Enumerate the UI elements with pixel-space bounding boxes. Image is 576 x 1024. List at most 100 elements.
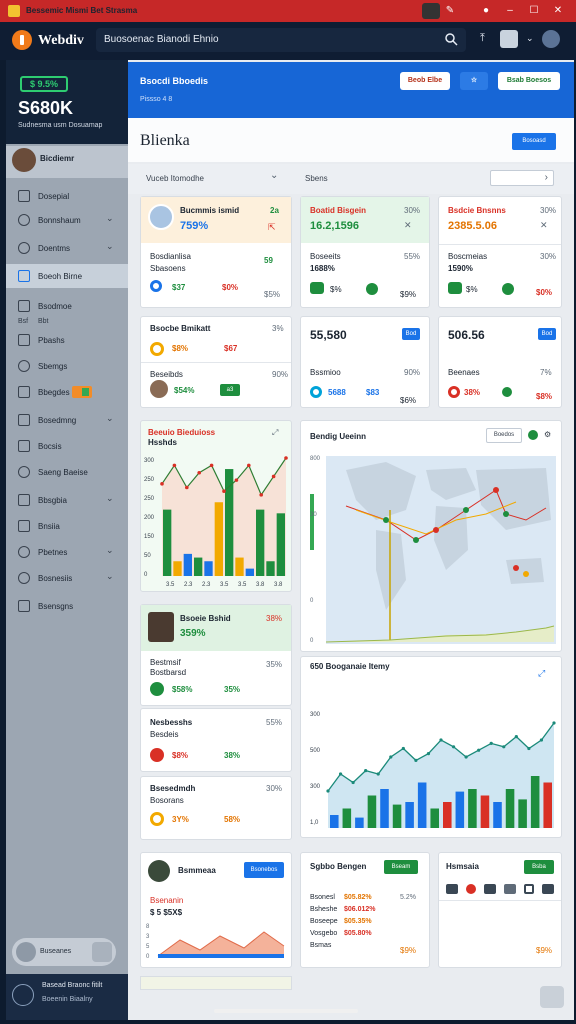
sidebar-item[interactable]: Sbemgs	[6, 354, 128, 378]
account-avatar-icon[interactable]	[422, 3, 440, 19]
close-icon[interactable]: ✕	[540, 220, 548, 231]
area-point	[527, 746, 531, 751]
sidebar-item-label: Dosepial	[38, 192, 70, 201]
kpi-card-1-chip: 59	[264, 256, 273, 265]
sidebar-item[interactable]: Bocsis	[6, 434, 128, 458]
summary-row-value: $05.35%	[344, 918, 372, 925]
collapse-icon[interactable]	[92, 942, 112, 962]
area-point	[539, 738, 544, 742]
line-point	[271, 474, 276, 479]
banner-primary-button[interactable]: Beob Elbe	[400, 72, 450, 90]
chevron-down-icon[interactable]: ⌄	[106, 241, 114, 252]
chat-icon[interactable]	[540, 986, 564, 1008]
user-avatar[interactable]	[500, 30, 518, 48]
record-icon[interactable]	[466, 884, 476, 894]
kpi-card-2-line2: 1688%	[310, 264, 335, 273]
kpi-card-5-chip[interactable]: Bod	[402, 328, 420, 340]
list-card-1-v1: $8%	[172, 751, 189, 760]
tool-icon[interactable]	[446, 884, 458, 894]
y-tick-label: 0	[144, 572, 148, 578]
divider	[439, 244, 561, 245]
external-link-icon[interactable]: ⇱	[268, 222, 276, 233]
bottom-card-2-button[interactable]: Bseam	[384, 860, 418, 874]
kpi-card-4-head: Bsocbe Bmikatt	[150, 324, 211, 333]
pin-icon[interactable]: ⤒	[480, 32, 485, 45]
maximize-button[interactable]: ☐	[526, 3, 542, 19]
sidebar-item[interactable]: Doentms ⌄	[6, 236, 128, 260]
sidebar-item[interactable]: Bsensgns	[6, 594, 128, 618]
app-logo-icon[interactable]	[12, 30, 32, 50]
sidebar-item[interactable]: Pbashs	[6, 328, 128, 352]
bottom-card-1-button[interactable]: Bsonebos	[244, 862, 284, 878]
filter-dropdown[interactable]: Vuceb Itomodhe	[146, 174, 204, 183]
map-y-tick: 0	[310, 638, 314, 644]
circle-icon	[18, 466, 30, 478]
image-icon[interactable]	[542, 884, 554, 894]
kpi-card-6-chip[interactable]: Bod	[538, 328, 556, 340]
chevron-down-icon[interactable]: ⌄	[106, 413, 114, 424]
notification-badge	[72, 386, 92, 398]
sidebar-item[interactable]: Bosedmng ⌄	[6, 408, 128, 432]
grid-icon[interactable]	[524, 884, 534, 894]
area-point	[464, 755, 468, 759]
settings-icon[interactable]	[12, 984, 34, 1006]
profile-icon[interactable]: ●	[478, 3, 494, 19]
sidebar-item[interactable]: Bsodmoe	[6, 294, 128, 318]
sidebar-item[interactable]: Bbegdes	[6, 380, 128, 404]
bar	[505, 789, 515, 828]
filter-select[interactable]	[490, 170, 554, 186]
sidebar-item-label: Bsodmoe	[38, 302, 72, 311]
bar	[245, 568, 254, 576]
chevron-down-icon[interactable]: ⌄	[526, 33, 534, 44]
sidebar-item[interactable]: Boeoh Birne	[6, 264, 128, 288]
account-icon[interactable]	[542, 30, 560, 48]
kpi-card-6-head: 506.56	[448, 328, 485, 342]
chevron-down-icon[interactable]: ⌄	[106, 213, 114, 224]
map-card-button[interactable]: Boedos	[486, 428, 522, 443]
extensions-icon[interactable]: ✎	[442, 3, 458, 19]
sidebar-item[interactable]: Bosnesiis ⌄	[6, 566, 128, 590]
map-settings-icon[interactable]: ⚙	[544, 430, 551, 439]
chevron-down-icon[interactable]: ⌄	[270, 170, 278, 181]
camera-icon[interactable]	[504, 884, 516, 894]
expand-icon[interactable]: ⤢	[272, 428, 278, 438]
sidebar-item[interactable]: Bnsiia	[6, 514, 128, 538]
page-action-button[interactable]: Bosoasd	[512, 133, 556, 150]
bottom-card-3-button[interactable]: Bsba	[524, 860, 554, 874]
kpi-card-4-chip[interactable]: a3	[220, 384, 240, 396]
kpi-card-5-line1-right: 90%	[404, 368, 421, 377]
kpi-card-1-value: 759%	[180, 220, 209, 232]
sidebar-item[interactable]: Dosepial	[6, 184, 128, 208]
kpi-card-2-head-right: 30%	[404, 206, 421, 215]
list-card-2-title-right: 30%	[266, 784, 283, 793]
expand-icon[interactable]: ⤢	[538, 668, 545, 679]
sidebar-item[interactable]: Saeng Baeise	[6, 460, 128, 484]
minimize-button[interactable]: –	[502, 3, 518, 19]
sidebar-item[interactable]: Bbsgbia ⌄	[6, 488, 128, 512]
divider	[439, 900, 561, 901]
list-card-1-title-right: 55%	[266, 718, 283, 727]
close-button[interactable]: ✕	[550, 3, 566, 19]
banner-secondary-button[interactable]: Bsab Boesos	[498, 72, 560, 90]
kpi-card-1-line1: Bosdianlisa	[150, 252, 191, 261]
summary-row-right: 5.2%	[400, 894, 416, 901]
close-icon[interactable]: ✕	[404, 220, 412, 231]
chevron-down-icon[interactable]: ⌄	[106, 493, 114, 504]
chevron-down-icon[interactable]: ⌄	[106, 571, 114, 582]
list-card-1-title: Nesbesshs	[150, 718, 193, 727]
sidebar-item[interactable]: Bonnshaum ⌄	[6, 208, 128, 232]
filter-tab[interactable]: Sbens	[305, 174, 328, 183]
bar	[266, 561, 275, 576]
kpi-card-1-v2: $0%	[222, 283, 239, 292]
kpi-card-4-line1-right: 90%	[272, 370, 289, 379]
bar	[367, 795, 377, 828]
banner-star-button[interactable]: ☆	[460, 72, 488, 90]
bar	[530, 776, 540, 828]
search-icon[interactable]	[444, 32, 458, 46]
bottom-card-1-avatar	[148, 860, 170, 882]
kpi-card-1-v1: $37	[172, 283, 186, 292]
sidebar-item[interactable]: Pbetnes ⌄	[6, 540, 128, 564]
folder-icon[interactable]	[484, 884, 496, 894]
map-refresh-icon[interactable]	[528, 430, 538, 440]
chevron-down-icon[interactable]: ⌄	[106, 545, 114, 556]
